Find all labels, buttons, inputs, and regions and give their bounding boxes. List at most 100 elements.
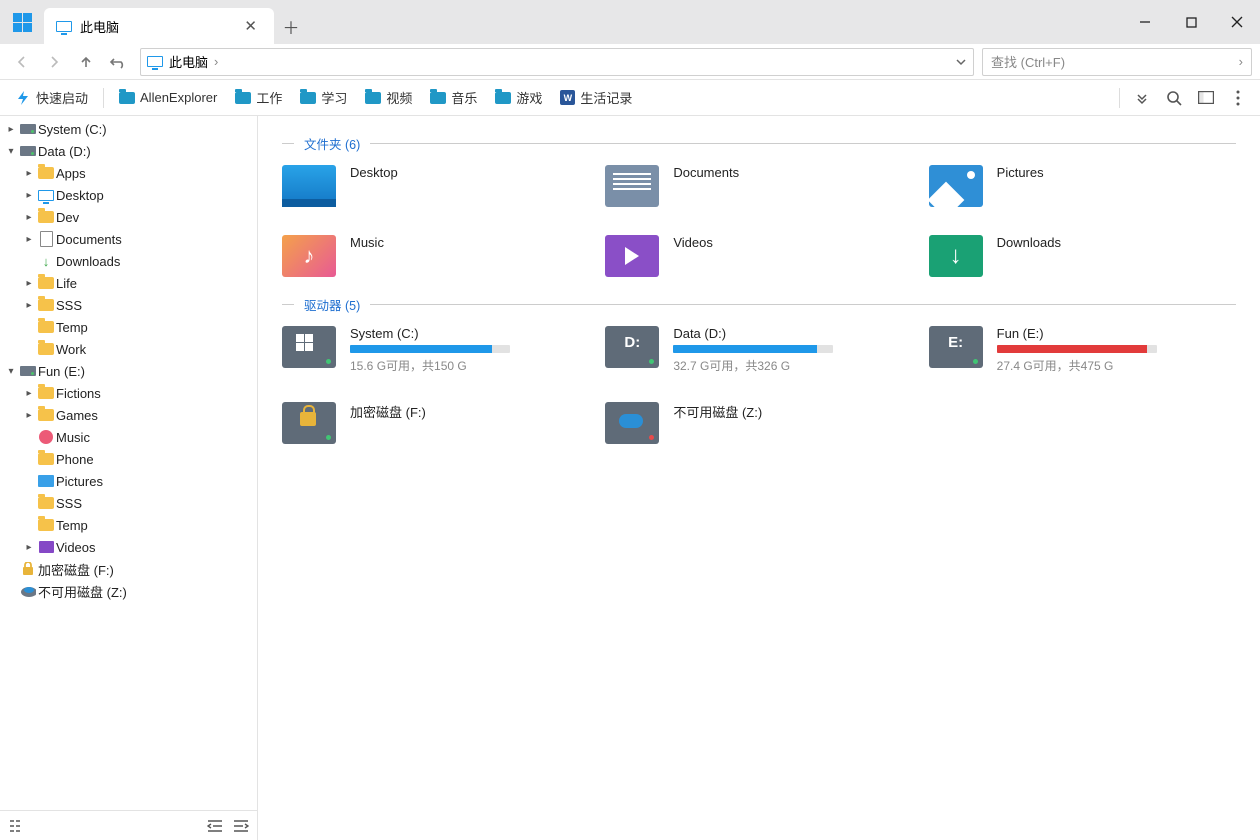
tree-row[interactable]: Music (0, 426, 257, 448)
bookmark-item[interactable]: W生活记录 (553, 85, 639, 110)
quicklaunch-button[interactable]: 快速启动 (8, 85, 95, 110)
folder-large-icon (282, 165, 336, 207)
drive-item[interactable]: D:Data (D:)32.7 G可用，共326 G (605, 326, 912, 374)
folder-icon (365, 90, 381, 106)
music-icon (38, 429, 54, 445)
folder-item[interactable]: Pictures (929, 165, 1236, 207)
minimize-button[interactable] (1122, 0, 1168, 44)
bookmark-item[interactable]: 游戏 (488, 85, 549, 110)
forward-button[interactable] (40, 48, 68, 76)
chevron-right-icon: › (1239, 54, 1243, 69)
folder-icon (430, 90, 446, 106)
tree-row[interactable]: Work (0, 338, 257, 360)
tree-label: Downloads (56, 254, 120, 269)
tree-row[interactable]: 加密磁盘 (F:) (0, 558, 257, 580)
tree-row[interactable]: ▸Videos (0, 536, 257, 558)
tree-twist-icon[interactable]: ▸ (22, 278, 36, 289)
disk-icon (20, 121, 36, 137)
folder-item[interactable]: Videos (605, 235, 912, 277)
start-button[interactable] (0, 0, 44, 44)
tree-row[interactable]: Phone (0, 448, 257, 470)
drive-item[interactable]: 不可用磁盘 (Z:) (605, 402, 912, 444)
overflow-button[interactable] (1128, 84, 1156, 112)
tree-twist-icon[interactable]: ▸ (22, 234, 36, 245)
drive-item[interactable]: System (C:)15.6 G可用，共150 G (282, 326, 589, 374)
drive-item[interactable]: 加密磁盘 (F:) (282, 402, 589, 444)
tree-twist-icon[interactable]: ▾ (4, 146, 18, 157)
search-box[interactable]: 查找 (Ctrl+F) › (982, 48, 1252, 76)
tree-twist-icon[interactable]: ▸ (22, 542, 36, 553)
close-button[interactable] (1214, 0, 1260, 44)
monitor-icon (147, 54, 163, 70)
bookmark-item[interactable]: 音乐 (423, 85, 484, 110)
panel-icon[interactable] (1192, 84, 1220, 112)
tree-twist-icon[interactable]: ▸ (22, 190, 36, 201)
address-dropdown-button[interactable] (955, 56, 967, 68)
tree-twist-icon[interactable]: ▸ (4, 124, 18, 135)
folder-item[interactable]: Downloads (929, 235, 1236, 277)
search-icon[interactable] (1160, 84, 1188, 112)
tree-row[interactable]: ▸ Fictions (0, 382, 257, 404)
grid-icon[interactable] (8, 819, 22, 833)
tree-twist-icon[interactable]: ▾ (4, 366, 18, 377)
bookmark-item[interactable]: 视频 (358, 85, 419, 110)
disk-icon (20, 143, 36, 159)
address-bar[interactable]: 此电脑 › (140, 48, 974, 76)
drive-name: System (C:) (350, 326, 510, 341)
tree-row[interactable]: ▸Life (0, 272, 257, 294)
tree-row[interactable]: ▸SSS (0, 294, 257, 316)
new-tab-button[interactable]: ＋ (274, 8, 308, 44)
tree-row[interactable]: ▸Games (0, 404, 257, 426)
tree-row[interactable]: ▸Dev (0, 206, 257, 228)
folder-item[interactable]: Desktop (282, 165, 589, 207)
bookmark-label: AllenExplorer (140, 90, 217, 105)
up-button[interactable] (72, 48, 100, 76)
tree-row[interactable]: 不可用磁盘 (Z:) (0, 580, 257, 602)
tree-row[interactable]: SSS (0, 492, 257, 514)
folder-large-icon (929, 165, 983, 207)
tree-row[interactable]: ↓Downloads (0, 250, 257, 272)
tree-twist-icon[interactable]: ▸ (22, 300, 36, 311)
tree-row[interactable]: ▸ System (C:) (0, 118, 257, 140)
undo-button[interactable] (104, 48, 132, 76)
tree-twist-icon[interactable]: ▸ (22, 410, 36, 421)
tree-label: Apps (56, 166, 86, 181)
tree-twist-icon[interactable]: ▸ (22, 388, 36, 399)
back-button[interactable] (8, 48, 36, 76)
cloud-icon (20, 583, 36, 599)
sidebar: ▸System (C:)▾Data (D:)▸Apps▸Desktop▸Dev▸… (0, 116, 258, 840)
indent-left-icon[interactable] (207, 819, 223, 833)
tree-row[interactable]: Temp (0, 316, 257, 338)
folder-icon (38, 209, 54, 225)
tree-row[interactable]: ▾Data (D:) (0, 140, 257, 162)
address-path: 此电脑 (169, 52, 208, 71)
bookmark-item[interactable]: AllenExplorer (112, 85, 224, 110)
tab-close-button[interactable]: ✕ (239, 15, 262, 37)
bookmark-item[interactable]: 工作 (228, 85, 289, 110)
bookmark-item[interactable]: 学习 (293, 85, 354, 110)
separator (103, 88, 104, 108)
tree-label: Fictions (56, 386, 101, 401)
tree-row[interactable]: Temp (0, 514, 257, 536)
disk-icon (20, 363, 36, 379)
indent-right-icon[interactable] (233, 819, 249, 833)
more-button[interactable] (1224, 84, 1252, 112)
maximize-button[interactable] (1168, 0, 1214, 44)
tab-thispc[interactable]: 此电脑 ✕ (44, 8, 274, 44)
tree-row[interactable]: ▾Fun (E:) (0, 360, 257, 382)
drive-icon: E: (929, 326, 983, 368)
tree-twist-icon[interactable]: ▸ (22, 212, 36, 223)
tree-row[interactable]: Pictures (0, 470, 257, 492)
folder-item[interactable]: Documents (605, 165, 912, 207)
section-title: 文件夹 (6) (304, 134, 360, 153)
word-icon: W (560, 90, 575, 105)
tree-row[interactable]: ▸ Apps (0, 162, 257, 184)
drive-item[interactable]: E:Fun (E:)27.4 G可用，共475 G (929, 326, 1236, 374)
tree-twist-icon[interactable]: ▸ (22, 168, 36, 179)
tree-row[interactable]: ▸Desktop (0, 184, 257, 206)
tree-row[interactable]: ▸Documents (0, 228, 257, 250)
search-placeholder: 查找 (Ctrl+F) (991, 52, 1065, 71)
tree-label: System (C:) (38, 122, 107, 137)
bookmarks-bar: 快速启动 AllenExplorer 工作学习视频音乐游戏W生活记录 (0, 80, 1260, 116)
folder-item[interactable]: Music (282, 235, 589, 277)
